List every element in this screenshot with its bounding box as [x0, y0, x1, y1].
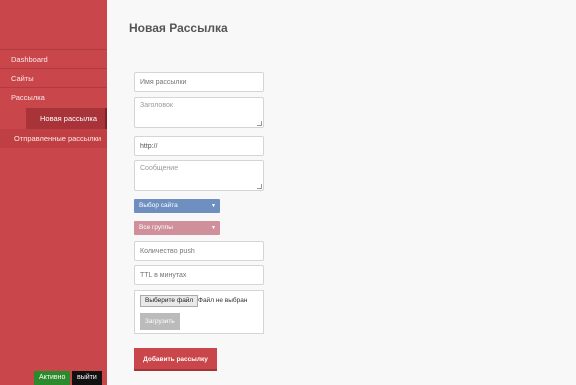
message-placeholder: Сообщение: [140, 165, 179, 172]
file-upload-box: Выберите файл Файл не выбран Загрузить: [134, 290, 264, 334]
site-select-value: Выбор сайта: [139, 202, 178, 209]
sidebar-item-sites[interactable]: Сайты: [0, 69, 107, 88]
chevron-down-icon: ▼: [211, 203, 216, 209]
sidebar-item-new-mailing[interactable]: Новая рассылка: [26, 108, 107, 129]
file-status: Файл не выбран: [198, 297, 248, 304]
choose-file-button[interactable]: Выберите файл: [140, 295, 199, 307]
url-input[interactable]: [134, 136, 264, 156]
sidebar-item-dashboard[interactable]: Dashboard: [0, 50, 107, 69]
resize-handle-icon[interactable]: [257, 184, 262, 189]
sidebar: Dashboard Сайты Рассылка Новая рассылка …: [0, 0, 107, 385]
push-count-input[interactable]: [134, 241, 264, 261]
resize-handle-icon[interactable]: [257, 121, 262, 126]
chevron-down-icon: ▼: [211, 225, 216, 231]
mailing-name-input[interactable]: [134, 72, 264, 92]
groups-select-value: Все группы: [139, 224, 173, 231]
logout-button[interactable]: выйти: [72, 371, 102, 385]
header-textarea[interactable]: Заголовок: [134, 97, 264, 128]
active-status-button[interactable]: Активно: [34, 371, 71, 385]
page-title: Новая Рассылка: [129, 21, 228, 35]
sidebar-item-mailing[interactable]: Рассылка: [0, 88, 107, 107]
header-placeholder: Заголовок: [140, 102, 173, 109]
message-textarea[interactable]: Сообщение: [134, 160, 264, 191]
groups-select[interactable]: Все группы ▼: [134, 221, 220, 235]
sidebar-item-sent-mailings[interactable]: Отправленные рассылки: [0, 129, 107, 148]
upload-button[interactable]: Загрузить: [140, 313, 180, 330]
site-select[interactable]: Выбор сайта ▼: [134, 199, 220, 213]
ttl-input[interactable]: [134, 265, 264, 285]
add-mailing-button[interactable]: Добавить рассылку: [134, 348, 217, 371]
